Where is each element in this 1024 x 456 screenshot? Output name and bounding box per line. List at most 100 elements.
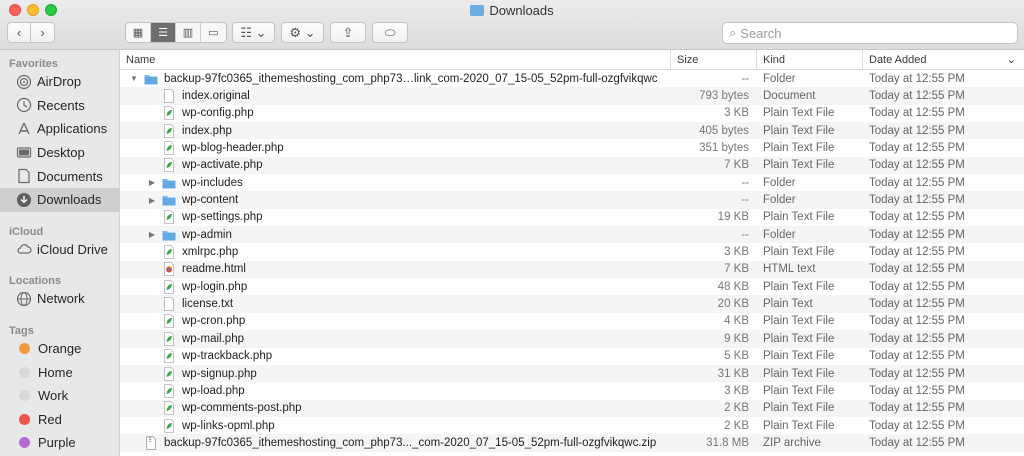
- grid-icon: ▦: [132, 27, 144, 39]
- file-row[interactable]: ▶ wp-admin -- Folder Today at 12:55 PM: [120, 226, 1024, 244]
- file-row[interactable]: xmlrpc.php 3 KB Plain Text File Today at 12…: [120, 243, 1024, 260]
- file-row[interactable]: wp-trackback.php 5 KB Plain Text File Today…: [120, 348, 1024, 365]
- tag-color-dot-icon: [19, 390, 30, 402]
- file-row[interactable]: wp-mail.php 9 KB Plain Text File Today at 1…: [120, 330, 1024, 348]
- file-kind: Plain Text File: [763, 159, 835, 172]
- gallery-view-button[interactable]: ▭: [201, 23, 226, 42]
- tag-color-dot-icon: [19, 343, 30, 355]
- file-row[interactable]: readme.html 7 KB HTML text Today at 12:55 P…: [120, 260, 1024, 279]
- file-size: 405 bytes: [699, 124, 749, 137]
- file-date-added: Today at 12:55 PM: [869, 350, 965, 363]
- sidebar-item-label: Network: [37, 291, 85, 307]
- sidebar-tag-red[interactable]: Red: [0, 408, 119, 432]
- file-name-cell: ▶ wp-content: [120, 193, 671, 207]
- sidebar-item-label: Applications: [37, 121, 108, 137]
- sidebar-item-icloud-drive[interactable]: iCloud Drive: [0, 238, 119, 262]
- file-date-added: Today at 12:55 PM: [869, 419, 965, 432]
- file-row[interactable]: backup-97fc0365_ithemeshosting_com_php73…: [120, 434, 1024, 452]
- arrange-button[interactable]: ☷ ⌄: [232, 22, 275, 43]
- sidebar-item-label: AirDrop: [37, 74, 82, 90]
- file-row[interactable]: wp-cron.php 4 KB Plain Text File Today at 1…: [120, 313, 1024, 330]
- list-view-button[interactable]: ☰: [151, 23, 176, 42]
- file-row[interactable]: wp-settings.php 19 KB Plain Text File Today…: [120, 209, 1024, 226]
- file-name: wp-includes: [182, 176, 243, 189]
- file-row[interactable]: wp-blog-header.php 351 bytes Plain Text Fi…: [120, 139, 1024, 156]
- file-name: wp-load.php: [182, 384, 245, 397]
- share-button[interactable]: ⇪: [330, 22, 366, 43]
- file-row[interactable]: wp-login.php 48 KB Plain Text File Today at…: [120, 278, 1024, 295]
- column-header-name[interactable]: Name: [120, 50, 671, 69]
- disclosure-triangle-icon[interactable]: ▼: [128, 74, 140, 83]
- file-row[interactable]: ▶ wp-content -- Folder Today at 12:55 PM: [120, 191, 1024, 209]
- sidebar-item-applications[interactable]: Applications: [0, 117, 119, 141]
- file-row[interactable]: ▼ backup-97fc0365_ithemeshosting_com_php7…: [120, 70, 1024, 87]
- forward-button[interactable]: ›: [31, 22, 55, 43]
- file-row[interactable]: license.txt 20 KB Plain Text Today at 12:55…: [120, 295, 1024, 313]
- sidebar-tag-label: Red: [38, 411, 62, 427]
- sidebar-item-network[interactable]: Network: [0, 287, 119, 311]
- file-name: license.txt: [182, 298, 234, 311]
- back-button[interactable]: ‹: [7, 22, 31, 43]
- edit-tags-button[interactable]: ⬭: [372, 22, 408, 43]
- file-size: 7 KB: [724, 159, 749, 172]
- disclosure-triangle-icon[interactable]: ▶: [146, 196, 158, 205]
- tag-color-dot-icon: [19, 366, 30, 378]
- sidebar-section-tags: Tags: [9, 324, 34, 337]
- column-header-date-added[interactable]: Date Added ⌄: [863, 50, 1024, 69]
- sidebar-item-recents[interactable]: Recents: [0, 94, 119, 118]
- column-view-button[interactable]: ▥: [176, 23, 201, 42]
- sidebar-item-documents[interactable]: Documents: [0, 164, 119, 188]
- sidebar-item-downloads[interactable]: Downloads: [0, 187, 119, 212]
- file-row[interactable]: wp-activate.php 7 KB Plain Text File Today …: [120, 156, 1024, 175]
- column-header-size[interactable]: Size: [671, 50, 757, 69]
- file-size: 19 KB: [717, 211, 749, 224]
- file-kind: Plain Text File: [763, 124, 835, 137]
- sidebar-item-airdrop[interactable]: AirDrop: [0, 70, 119, 94]
- search-input[interactable]: [740, 25, 1001, 41]
- sidebar-item-desktop[interactable]: Desktop: [0, 141, 119, 165]
- column-header-date-added-label: Date Added: [869, 53, 927, 66]
- file-row[interactable]: index.original 793 bytes Document Today at …: [120, 87, 1024, 105]
- file-row[interactable]: wp-comments-post.php 2 KB Plain Text File T…: [120, 399, 1024, 417]
- icon-view-button[interactable]: ▦: [126, 23, 151, 42]
- zip-file-icon: [144, 435, 158, 450]
- file-name-cell: backup-97fc0365_ithemeshosting_com_php73…: [120, 435, 671, 450]
- file-date-added: Today at 12:55 PM: [869, 332, 965, 345]
- globe-icon: [16, 291, 32, 307]
- disclosure-triangle-icon[interactable]: ▶: [146, 178, 158, 187]
- toolbar: Downloads ‹ › ▦ ☰ ▥ ▭ ☷ ⌄ ⚙ ⌄ ⇪ ⬭ ⌕: [0, 0, 1024, 50]
- file-size: --: [741, 176, 749, 189]
- file-kind: Folder: [763, 72, 796, 85]
- chevron-down-icon: ⌄: [1006, 54, 1016, 66]
- file-size: --: [741, 228, 749, 241]
- file-kind: Folder: [763, 176, 796, 189]
- file-kind: Folder: [763, 194, 796, 207]
- file-date-added: Today at 12:55 PM: [869, 436, 965, 449]
- file-row[interactable]: wp-signup.php 31 KB Plain Text File Today a…: [120, 364, 1024, 383]
- disclosure-triangle-icon[interactable]: ▶: [146, 230, 158, 239]
- file-row[interactable]: wp-load.php 3 KB Plain Text File Today at 1…: [120, 382, 1024, 399]
- file-date-added: Today at 12:55 PM: [869, 176, 965, 189]
- sidebar-tag-purple[interactable]: Purple: [0, 431, 119, 455]
- sidebar-tag-work[interactable]: Work: [0, 384, 119, 408]
- file-kind: Folder: [763, 228, 796, 241]
- file-kind: Plain Text File: [763, 384, 835, 397]
- file-kind: Plain Text File: [763, 332, 835, 345]
- file-kind: Document: [763, 90, 816, 103]
- file-size: 20 KB: [717, 298, 749, 311]
- file-size: 351 bytes: [699, 142, 749, 155]
- search-field[interactable]: ⌕: [722, 22, 1018, 44]
- file-date-added: Today at 12:55 PM: [869, 90, 965, 103]
- file-row[interactable]: wp-links-opml.php 2 KB Plain Text File Toda…: [120, 417, 1024, 434]
- sidebar-tag-home[interactable]: Home: [0, 360, 119, 384]
- file-row[interactable]: wp-config.php 3 KB Plain Text File Today at…: [120, 105, 1024, 122]
- file-date-added: Today at 12:55 PM: [869, 124, 965, 137]
- column-header-kind[interactable]: Kind: [757, 50, 863, 69]
- file-row[interactable]: ▶ wp-includes -- Folder Today at 12:55 PM: [120, 174, 1024, 191]
- file-name-cell: wp-blog-header.php: [120, 141, 671, 155]
- file-row[interactable]: index.php 405 bytes Plain Text File Today a…: [120, 122, 1024, 140]
- finder-window: Downloads ‹ › ▦ ☰ ▥ ▭ ☷ ⌄ ⚙ ⌄ ⇪ ⬭ ⌕ Favo…: [0, 0, 1024, 456]
- sidebar-tag-orange[interactable]: Orange: [0, 337, 119, 361]
- file-kind: Plain Text File: [763, 419, 835, 432]
- action-menu-button[interactable]: ⚙ ⌄: [281, 22, 324, 43]
